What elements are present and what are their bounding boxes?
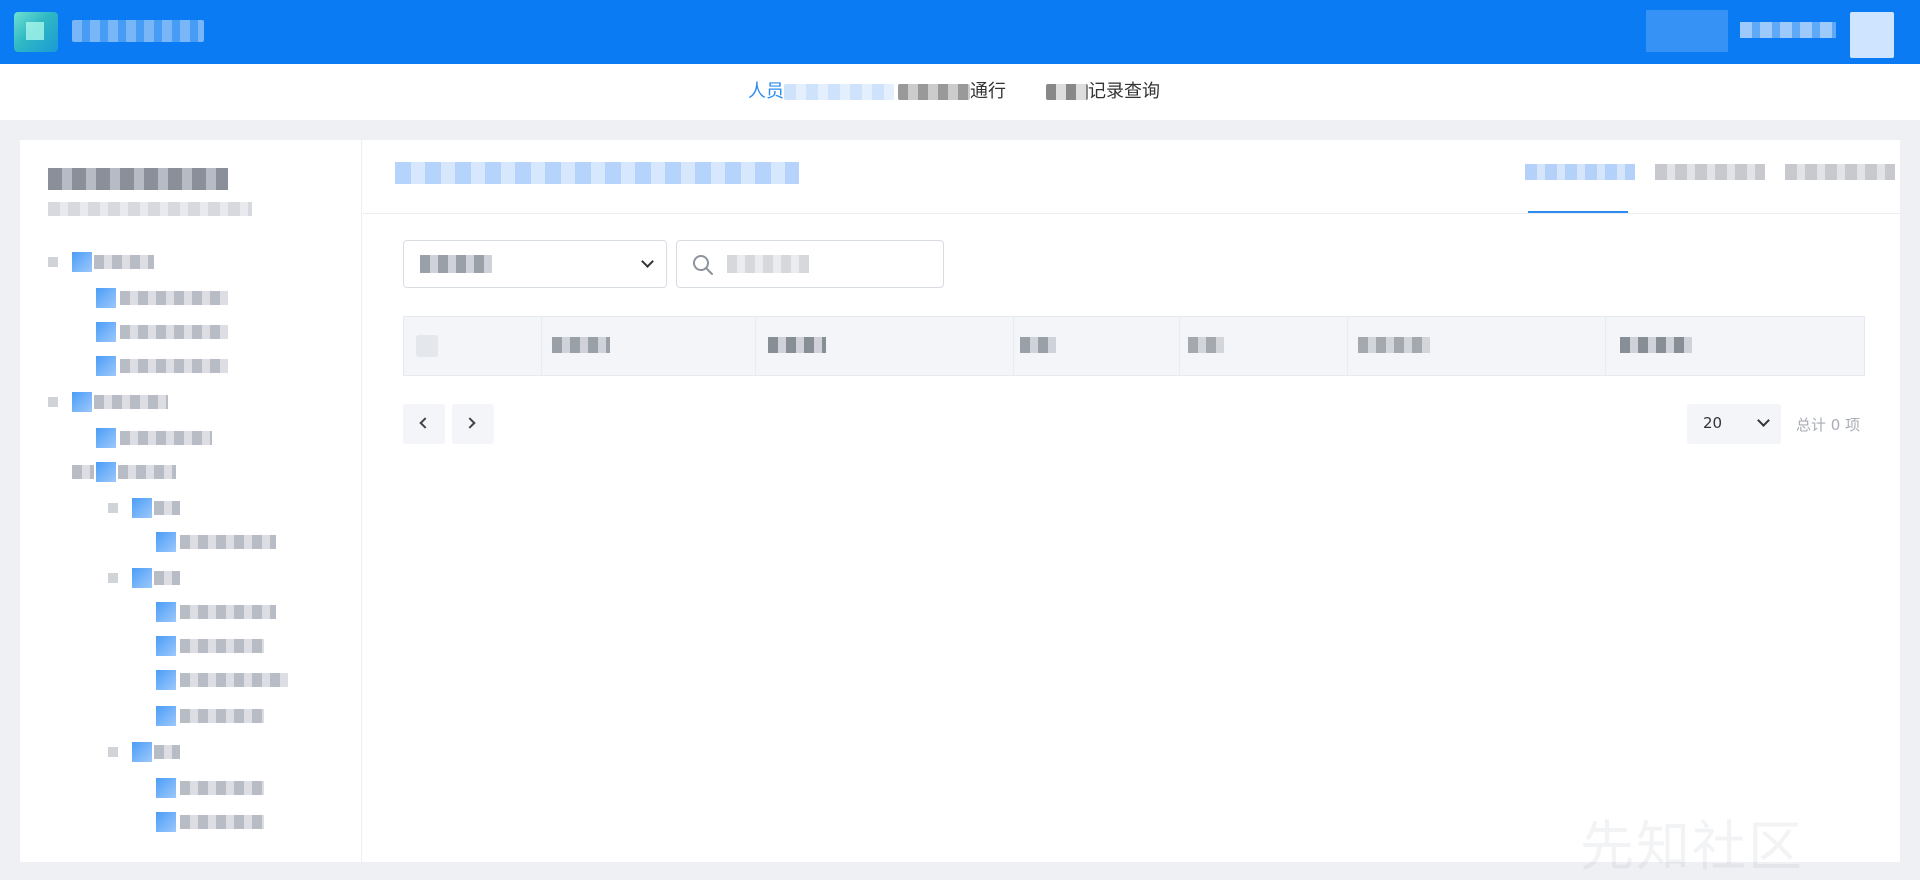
tree-node[interactable] <box>108 742 218 762</box>
expand-toggle-icon[interactable] <box>108 747 118 757</box>
folder-icon <box>132 498 152 518</box>
folder-icon <box>96 462 116 482</box>
tab-view-2[interactable] <box>1655 164 1765 180</box>
chevron-left-icon <box>419 417 431 429</box>
filter-select[interactable] <box>403 240 667 288</box>
tree-node[interactable] <box>48 252 178 272</box>
page-size-select[interactable]: 20 <box>1687 404 1781 444</box>
page-size-value: 20 <box>1703 414 1723 432</box>
user-name[interactable] <box>1740 22 1836 38</box>
content-header <box>363 140 1900 214</box>
chevron-right-icon <box>464 417 476 429</box>
tree-node[interactable] <box>156 636 286 656</box>
content-area: 20 总计 0 项 <box>363 140 1900 862</box>
search-input[interactable] <box>676 240 944 288</box>
folder-icon <box>156 602 176 622</box>
expand-toggle-icon[interactable] <box>48 257 58 267</box>
tree-node[interactable] <box>156 812 286 832</box>
logo-icon[interactable] <box>14 12 58 52</box>
folder-icon <box>96 428 116 448</box>
tree-node[interactable] <box>156 670 288 690</box>
expand-toggle-icon[interactable] <box>48 397 58 407</box>
folder-icon <box>132 742 152 762</box>
folder-icon <box>72 252 92 272</box>
tab-view-1[interactable] <box>1525 164 1635 180</box>
folder-icon <box>156 778 176 798</box>
tree-node[interactable] <box>96 356 246 376</box>
folder-icon <box>156 812 176 832</box>
sidebar-title <box>48 168 228 190</box>
chevron-down-icon <box>641 255 654 268</box>
main-nav: 人员 通行 记录查询 <box>0 64 1920 120</box>
folder-icon <box>72 392 92 412</box>
next-page-button[interactable] <box>452 404 494 444</box>
table-column-header[interactable] <box>1014 317 1180 375</box>
expand-toggle-icon[interactable] <box>108 573 118 583</box>
tree-node[interactable] <box>108 568 218 588</box>
table-column-header[interactable] <box>1348 317 1606 375</box>
tree-node[interactable] <box>156 532 286 552</box>
tree-node[interactable] <box>48 392 178 412</box>
tab-view-3[interactable] <box>1785 164 1895 180</box>
tree-node[interactable] <box>156 602 286 622</box>
folder-icon <box>96 288 116 308</box>
nav-tab-personnel[interactable]: 人员 <box>748 80 894 104</box>
nav-tab-records[interactable]: 记录查询 <box>1046 80 1160 104</box>
table-header-select <box>404 317 542 375</box>
table-column-header[interactable] <box>1180 317 1348 375</box>
search-placeholder <box>727 255 809 273</box>
filter-select-value <box>420 255 492 273</box>
main-panel: 20 总计 0 项 <box>20 140 1900 862</box>
tree-node[interactable] <box>108 498 218 518</box>
folder-icon <box>132 568 152 588</box>
folder-icon <box>156 670 176 690</box>
tree-node[interactable] <box>96 322 246 342</box>
tree-node[interactable] <box>96 428 226 448</box>
top-bar <box>0 0 1920 64</box>
select-all-checkbox[interactable] <box>416 335 438 357</box>
tree-node[interactable] <box>72 462 202 482</box>
search-icon <box>693 255 713 275</box>
breadcrumb <box>395 162 799 184</box>
app-title <box>72 20 204 42</box>
nav-tab-label: 记录查询 <box>1088 81 1160 102</box>
chevron-down-icon <box>1757 414 1770 427</box>
folder-icon <box>156 706 176 726</box>
sidebar-subtitle <box>48 202 252 216</box>
table-header <box>403 316 1865 376</box>
nav-tab-label: 人员 <box>748 81 784 102</box>
watermark: 先知社区 <box>1580 815 1804 878</box>
header-action[interactable] <box>1646 10 1728 52</box>
active-tab-indicator <box>1528 211 1628 213</box>
nav-tab-access[interactable]: 通行 <box>898 80 1006 104</box>
folder-icon <box>156 636 176 656</box>
folder-icon <box>96 356 116 376</box>
prev-page-button[interactable] <box>403 404 445 444</box>
tree-node[interactable] <box>156 706 286 726</box>
sidebar-tree <box>20 140 362 862</box>
tree-node[interactable] <box>96 288 246 308</box>
table-column-header[interactable] <box>542 317 756 375</box>
table-column-header[interactable] <box>756 317 1014 375</box>
expand-toggle-icon[interactable] <box>108 503 118 513</box>
nav-tab-label: 通行 <box>970 81 1006 102</box>
tree-node[interactable] <box>156 778 286 798</box>
total-count: 总计 0 项 <box>1796 416 1861 434</box>
table-column-header[interactable] <box>1606 317 1864 375</box>
avatar-icon[interactable] <box>1850 12 1894 58</box>
folder-icon <box>96 322 116 342</box>
folder-icon <box>156 532 176 552</box>
